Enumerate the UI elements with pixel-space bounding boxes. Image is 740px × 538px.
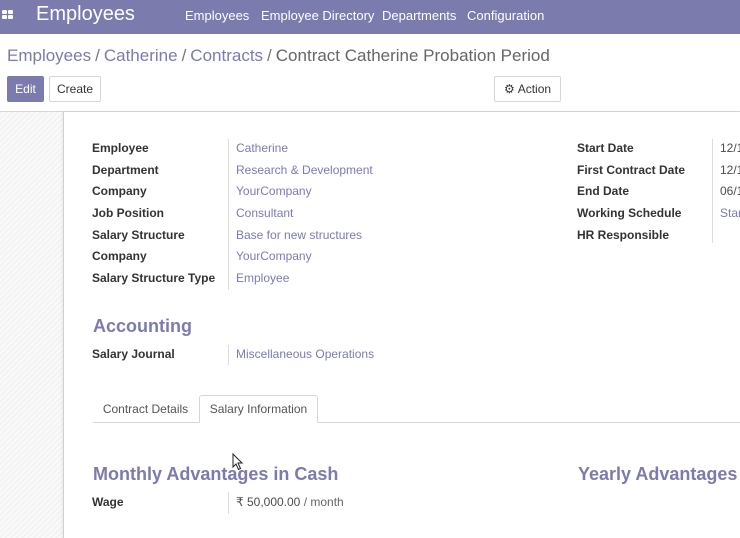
employee-value[interactable]: Catherine	[236, 141, 288, 155]
wage-value-row: ₹ 50,000.00 / month	[236, 495, 344, 509]
hr-responsible-label: HR Responsible	[577, 228, 670, 242]
action-button-label: Action	[517, 82, 552, 96]
job-position-label: Job Position	[92, 206, 164, 220]
wage-value: ₹ 50,000.00	[236, 495, 301, 509]
working-schedule-label: Working Schedule	[577, 206, 682, 220]
salary-structure-label: Salary Structure	[92, 228, 185, 242]
app-brand: Employees	[36, 3, 135, 25]
wage-unit: / month	[303, 495, 344, 509]
wage-label: Wage	[92, 495, 124, 509]
job-position-value[interactable]: Consultant	[236, 206, 293, 220]
field-divider	[228, 492, 229, 514]
accounting-title: Accounting	[93, 316, 192, 336]
start-date-value: 12/1	[720, 141, 740, 155]
start-date-label: Start Date	[577, 141, 634, 155]
breadcrumb-separator: /	[267, 46, 272, 65]
salary-structure-type-value[interactable]: Employee	[236, 271, 289, 285]
nav-employees[interactable]: Employees	[185, 8, 249, 23]
salary-structure-value[interactable]: Base for new structures	[236, 228, 362, 242]
first-contract-date-label: First Contract Date	[577, 163, 686, 177]
gear-icon: ⚙	[503, 82, 515, 96]
nav-employee-directory[interactable]: Employee Directory	[261, 8, 374, 23]
company-label-2: Company	[92, 249, 147, 263]
action-button[interactable]: ⚙ Action	[494, 76, 561, 102]
first-contract-date-value: 12/1	[720, 163, 740, 177]
company-label: Company	[92, 184, 147, 198]
company-value-2[interactable]: YourCompany	[236, 249, 312, 263]
department-value[interactable]: Research & Development	[236, 163, 373, 177]
control-panel: Employees / Catherine / Contracts / Contract C…	[0, 34, 740, 112]
field-divider	[712, 139, 713, 243]
end-date-value: 06/1	[720, 184, 740, 198]
department-label: Department	[92, 163, 159, 177]
breadcrumb-current: Contract Catherine Probation Period	[275, 46, 550, 65]
salary-journal-value[interactable]: Miscellaneous Operations	[236, 347, 374, 361]
breadcrumb-separator: /	[181, 46, 187, 65]
mouse-pointer-icon	[232, 453, 244, 471]
tab-salary-information[interactable]: Salary Information	[199, 395, 318, 423]
field-divider	[228, 139, 229, 290]
breadcrumb-catherine[interactable]: Catherine	[104, 46, 178, 65]
top-navbar: Employees Employees Employee Directory D…	[0, 0, 740, 34]
breadcrumb-employees[interactable]: Employees	[7, 46, 91, 65]
yearly-advantages-title: Yearly Advantages	[578, 464, 738, 484]
working-schedule-value[interactable]: Star	[720, 206, 740, 220]
breadcrumb-contracts[interactable]: Contracts	[190, 46, 263, 65]
apps-grid-icon[interactable]	[2, 10, 14, 20]
edit-button[interactable]: Edit	[7, 76, 44, 102]
monthly-advantages-title: Monthly Advantages in Cash	[93, 464, 339, 484]
field-divider	[228, 345, 229, 365]
breadcrumb: Employees / Catherine / Contracts / Contract C…	[7, 46, 550, 66]
company-value[interactable]: YourCompany	[236, 184, 312, 198]
employee-label: Employee	[92, 141, 149, 155]
create-button[interactable]: Create	[49, 76, 101, 102]
salary-structure-type-label: Salary Structure Type	[92, 271, 216, 285]
salary-journal-label: Salary Journal	[92, 347, 175, 361]
nav-configuration[interactable]: Configuration	[467, 8, 544, 23]
nav-departments[interactable]: Departments	[382, 8, 456, 23]
breadcrumb-separator: /	[95, 46, 100, 65]
tab-contract-details[interactable]: Contract Details	[93, 395, 198, 423]
end-date-label: End Date	[577, 184, 630, 198]
